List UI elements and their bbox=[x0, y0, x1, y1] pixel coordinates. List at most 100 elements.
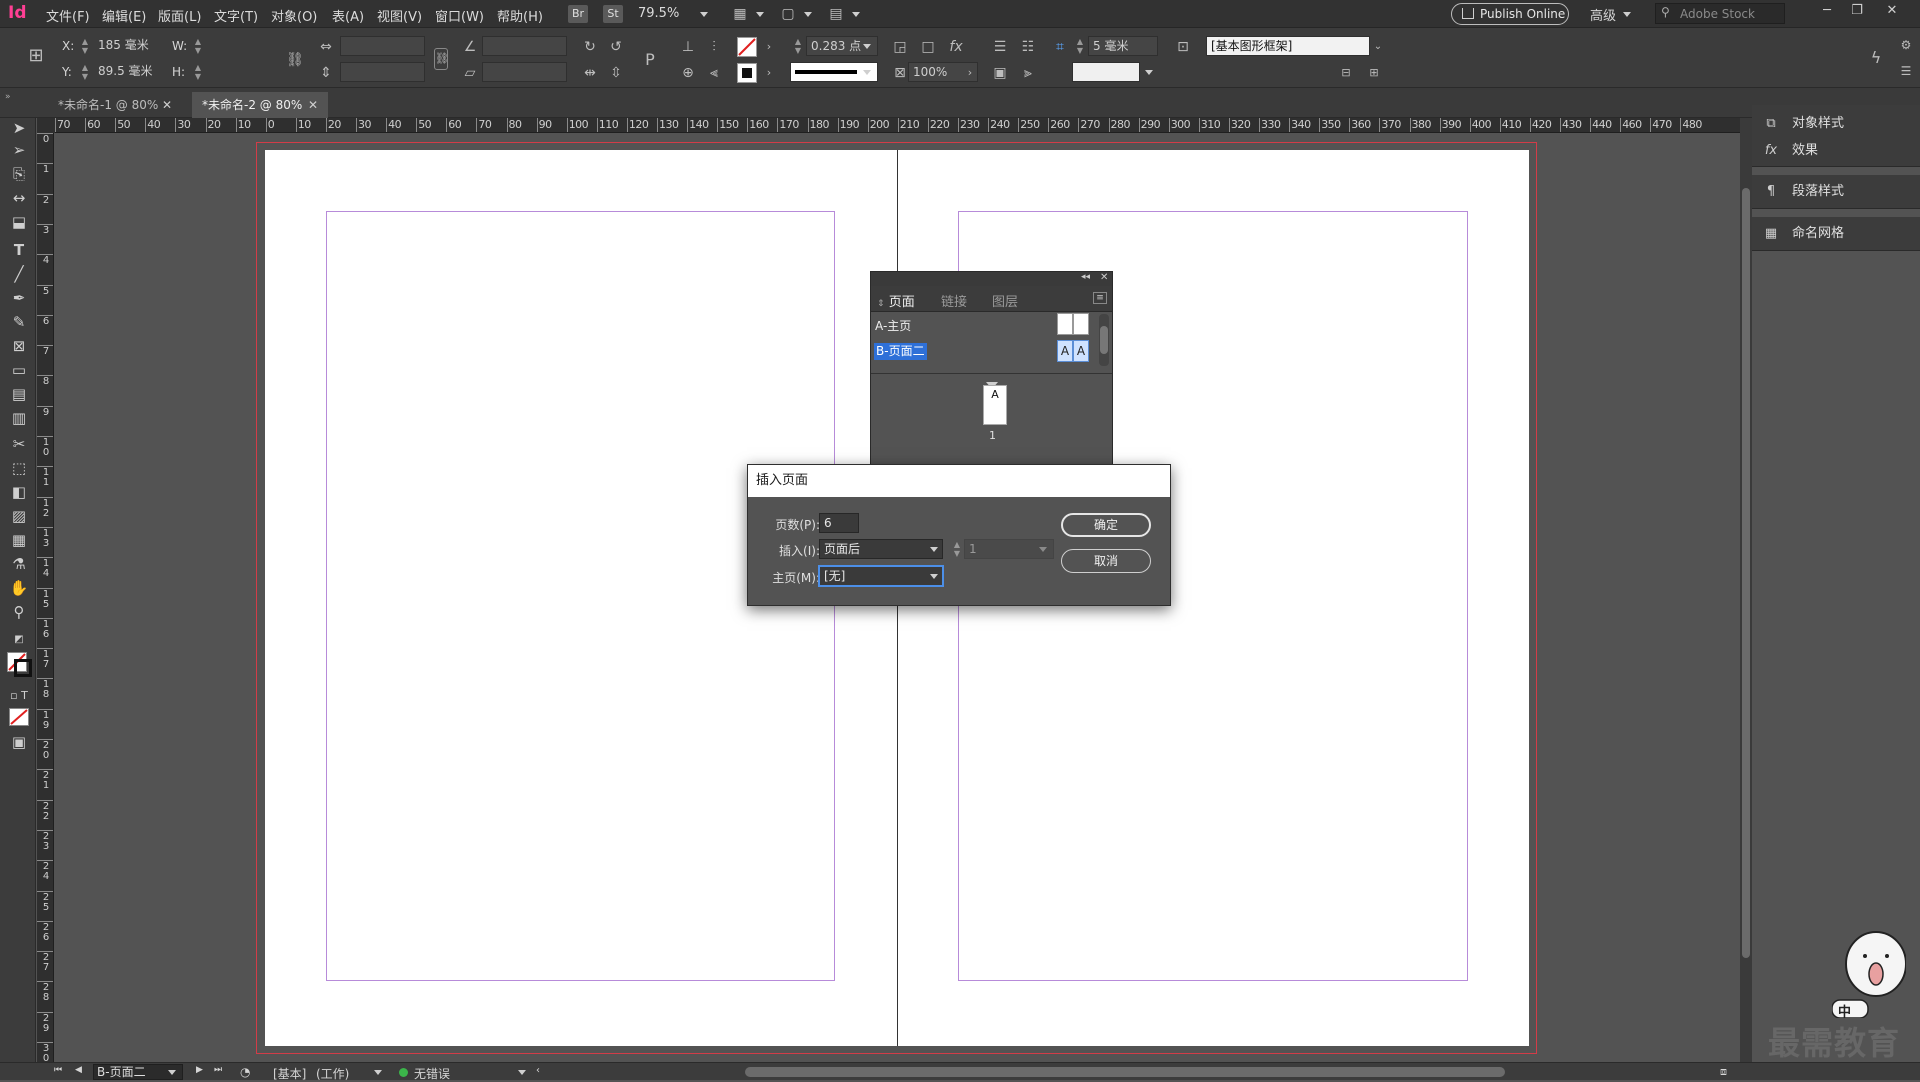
text-align-icon[interactable]: ⫸ bbox=[1018, 63, 1038, 83]
tab-pages[interactable]: ⇕ 页面 bbox=[877, 291, 915, 310]
scale-y-field[interactable] bbox=[340, 62, 425, 82]
opacity-more-icon[interactable]: › bbox=[960, 63, 980, 83]
panel-settings-icon[interactable]: ⚙ bbox=[1896, 35, 1916, 55]
horizontal-ruler[interactable]: 70 60 50 40 30 20 10 0 10 20 30 40 50 60 70 80 90 100 110 1… bbox=[55, 118, 1740, 133]
insert-page-stepper[interactable]: ▲ ▼ bbox=[952, 540, 962, 558]
apply-none-icon[interactable] bbox=[9, 708, 29, 726]
tab-untitled-1-close-icon[interactable]: ✕ bbox=[162, 92, 172, 118]
zoom-dropdown-icon[interactable] bbox=[700, 12, 708, 17]
object-style-swatch[interactable] bbox=[1072, 62, 1140, 82]
previous-page-icon[interactable]: ◀ bbox=[75, 1065, 82, 1075]
page-1-thumb[interactable]: A bbox=[983, 385, 1007, 425]
pages-count-input[interactable]: 6 bbox=[819, 513, 859, 533]
text-wrap-bbox-icon[interactable]: ☷ bbox=[1018, 37, 1038, 57]
vertical-scroll-thumb[interactable] bbox=[1742, 188, 1750, 958]
stroke-type-dropdown-icon[interactable] bbox=[863, 70, 871, 75]
rotate-angle-field[interactable] bbox=[482, 36, 567, 56]
stroke-weight-stepper[interactable]: ▲ ▼ bbox=[793, 37, 803, 55]
flip-vertical-icon[interactable]: ⇳ bbox=[606, 63, 626, 83]
y-field[interactable]: 89.5 毫米 bbox=[94, 62, 164, 82]
masters-scroll-thumb[interactable] bbox=[1100, 326, 1108, 354]
close-window-icon[interactable]: ✕ bbox=[1877, 3, 1907, 23]
screen-mode-tool-icon[interactable]: ▣ bbox=[8, 732, 30, 752]
stroke-swatch[interactable] bbox=[737, 63, 757, 83]
tab-untitled-1[interactable]: *未命名-1 @ 80% ✕ bbox=[48, 92, 178, 118]
close-panel-icon[interactable]: ✕ bbox=[1100, 272, 1108, 283]
menu-file[interactable]: 文件(F) bbox=[46, 6, 90, 25]
h-stepper[interactable]: ▲ ▼ bbox=[193, 63, 203, 81]
menu-object[interactable]: 对象(O) bbox=[271, 6, 317, 25]
frame-icon[interactable]: □ bbox=[918, 37, 938, 57]
page-number-field[interactable]: B-页面二 bbox=[93, 1064, 183, 1080]
eyedropper-tool-icon[interactable]: ⚗ bbox=[8, 554, 30, 574]
swatch-dropdown-icon[interactable] bbox=[1145, 70, 1153, 75]
insert-position-select[interactable]: 页面后 bbox=[819, 539, 943, 559]
stroke-color-icon[interactable] bbox=[14, 659, 32, 677]
align-icon[interactable]: ⫷ bbox=[704, 63, 724, 83]
note-tool-icon[interactable]: ▦ bbox=[8, 530, 30, 550]
auto-fit-icon[interactable]: ⌗ bbox=[1050, 37, 1070, 57]
scale-x-field[interactable] bbox=[340, 36, 425, 56]
named-grids-panel-button[interactable]: ▦ 命名网格 bbox=[1762, 223, 1844, 245]
scroll-left-icon[interactable]: ‹ bbox=[536, 1065, 540, 1076]
workspace-switcher[interactable]: 高级 bbox=[1590, 5, 1616, 24]
rectangle-frame-tool-icon[interactable]: ⊠ bbox=[8, 336, 30, 356]
pages-panel-header[interactable]: ◂◂ ✕ bbox=[871, 272, 1112, 286]
insert-page-select[interactable]: 1 bbox=[964, 539, 1054, 559]
tab-untitled-2[interactable]: *未命名-2 @ 80% ✕ bbox=[192, 92, 328, 118]
direct-selection-tool-icon[interactable]: ➢ bbox=[8, 140, 30, 160]
quick-apply-icon[interactable]: ϟ bbox=[1866, 48, 1886, 68]
constrain-proportions-icon[interactable]: ⛓ bbox=[285, 50, 305, 70]
menu-table[interactable]: 表(A) bbox=[332, 6, 364, 25]
zoom-level[interactable]: 79.5% bbox=[638, 6, 679, 21]
split-window-icon[interactable]: ⧈ bbox=[1720, 1065, 1727, 1079]
paragraph-styles-panel-button[interactable]: ¶ 段落样式 bbox=[1762, 181, 1844, 203]
vertical-ruler[interactable]: 0123456789101112131415161718192021222324… bbox=[37, 133, 54, 1062]
tab-links[interactable]: 链接 bbox=[941, 291, 967, 310]
drop-shadow-icon[interactable]: ◲ bbox=[890, 37, 910, 57]
arrange-documents-icon[interactable]: ▤ bbox=[826, 4, 846, 24]
fill-dropdown-icon[interactable]: › bbox=[759, 37, 779, 57]
rotate-cw-icon[interactable]: ↻ bbox=[580, 37, 600, 57]
shear-angle-field[interactable] bbox=[482, 62, 567, 82]
master-b-row[interactable]: B-页面二 A A bbox=[871, 340, 1095, 363]
w-stepper[interactable]: ▲ ▼ bbox=[193, 37, 203, 55]
y-stepper[interactable]: ▲ ▼ bbox=[80, 63, 90, 81]
stroke-dropdown-icon[interactable]: › bbox=[759, 63, 779, 83]
zoom-tool-icon[interactable]: ⚲ bbox=[8, 602, 30, 622]
publish-online-button[interactable]: Publish Online bbox=[1451, 3, 1569, 25]
master-a-row[interactable]: A-主页 bbox=[871, 313, 1095, 336]
text-frame-options-icon[interactable]: ▣ bbox=[990, 63, 1010, 83]
type-tool-icon[interactable]: T bbox=[8, 240, 30, 260]
x-stepper[interactable]: ▲ ▼ bbox=[80, 37, 90, 55]
selection-tool-icon[interactable]: ➤ bbox=[8, 118, 30, 138]
apply-style-icon[interactable]: ⊞ bbox=[1364, 63, 1384, 83]
formatting-affects-container-icon[interactable]: ▫ T bbox=[8, 686, 30, 706]
screen-mode-icon[interactable]: ▢ bbox=[778, 4, 798, 24]
rectangle-tool-icon[interactable]: ▭ bbox=[8, 360, 30, 380]
gradient-swatch-tool-icon[interactable]: ◧ bbox=[8, 482, 30, 502]
panel-menu-icon[interactable]: ≡ bbox=[1093, 292, 1107, 304]
master-b-right-thumb[interactable]: A bbox=[1073, 340, 1089, 362]
line-tool-icon[interactable]: ╱ bbox=[8, 264, 30, 284]
gap-tool-icon[interactable]: ↔ bbox=[8, 188, 30, 208]
gradient-feather-tool-icon[interactable]: ▨ bbox=[8, 506, 30, 526]
collapse-panel-icon[interactable]: ◂◂ bbox=[1081, 272, 1090, 282]
last-page-icon[interactable]: ⏭ bbox=[214, 1065, 222, 1075]
scissors-tool-icon[interactable]: ✂ bbox=[8, 434, 30, 454]
flip-horizontal-icon[interactable]: ⇹ bbox=[580, 63, 600, 83]
reference-point-icon[interactable]: ⊞ bbox=[26, 46, 46, 66]
stroke-weight-dropdown-icon[interactable] bbox=[863, 44, 871, 49]
horizontal-grid-tool-icon[interactable]: ▤ bbox=[8, 384, 30, 404]
tab-untitled-2-close-icon[interactable]: ✕ bbox=[308, 92, 318, 118]
free-transform-tool-icon[interactable]: ⬚ bbox=[8, 458, 30, 478]
horizontal-scrollbar[interactable] bbox=[745, 1067, 1505, 1077]
preflight-menu-icon[interactable] bbox=[518, 1070, 526, 1075]
restore-icon[interactable]: ❐ bbox=[1842, 3, 1872, 23]
offset-field[interactable]: 5 毫米 bbox=[1088, 36, 1158, 56]
ruler-origin[interactable] bbox=[37, 118, 55, 133]
object-style-dropdown-icon[interactable]: ⌄ bbox=[1368, 37, 1388, 57]
view-options-icon[interactable]: ▦ bbox=[730, 4, 750, 24]
minimize-icon[interactable]: ─ bbox=[1812, 3, 1842, 23]
masters-scrollbar[interactable] bbox=[1099, 314, 1109, 366]
